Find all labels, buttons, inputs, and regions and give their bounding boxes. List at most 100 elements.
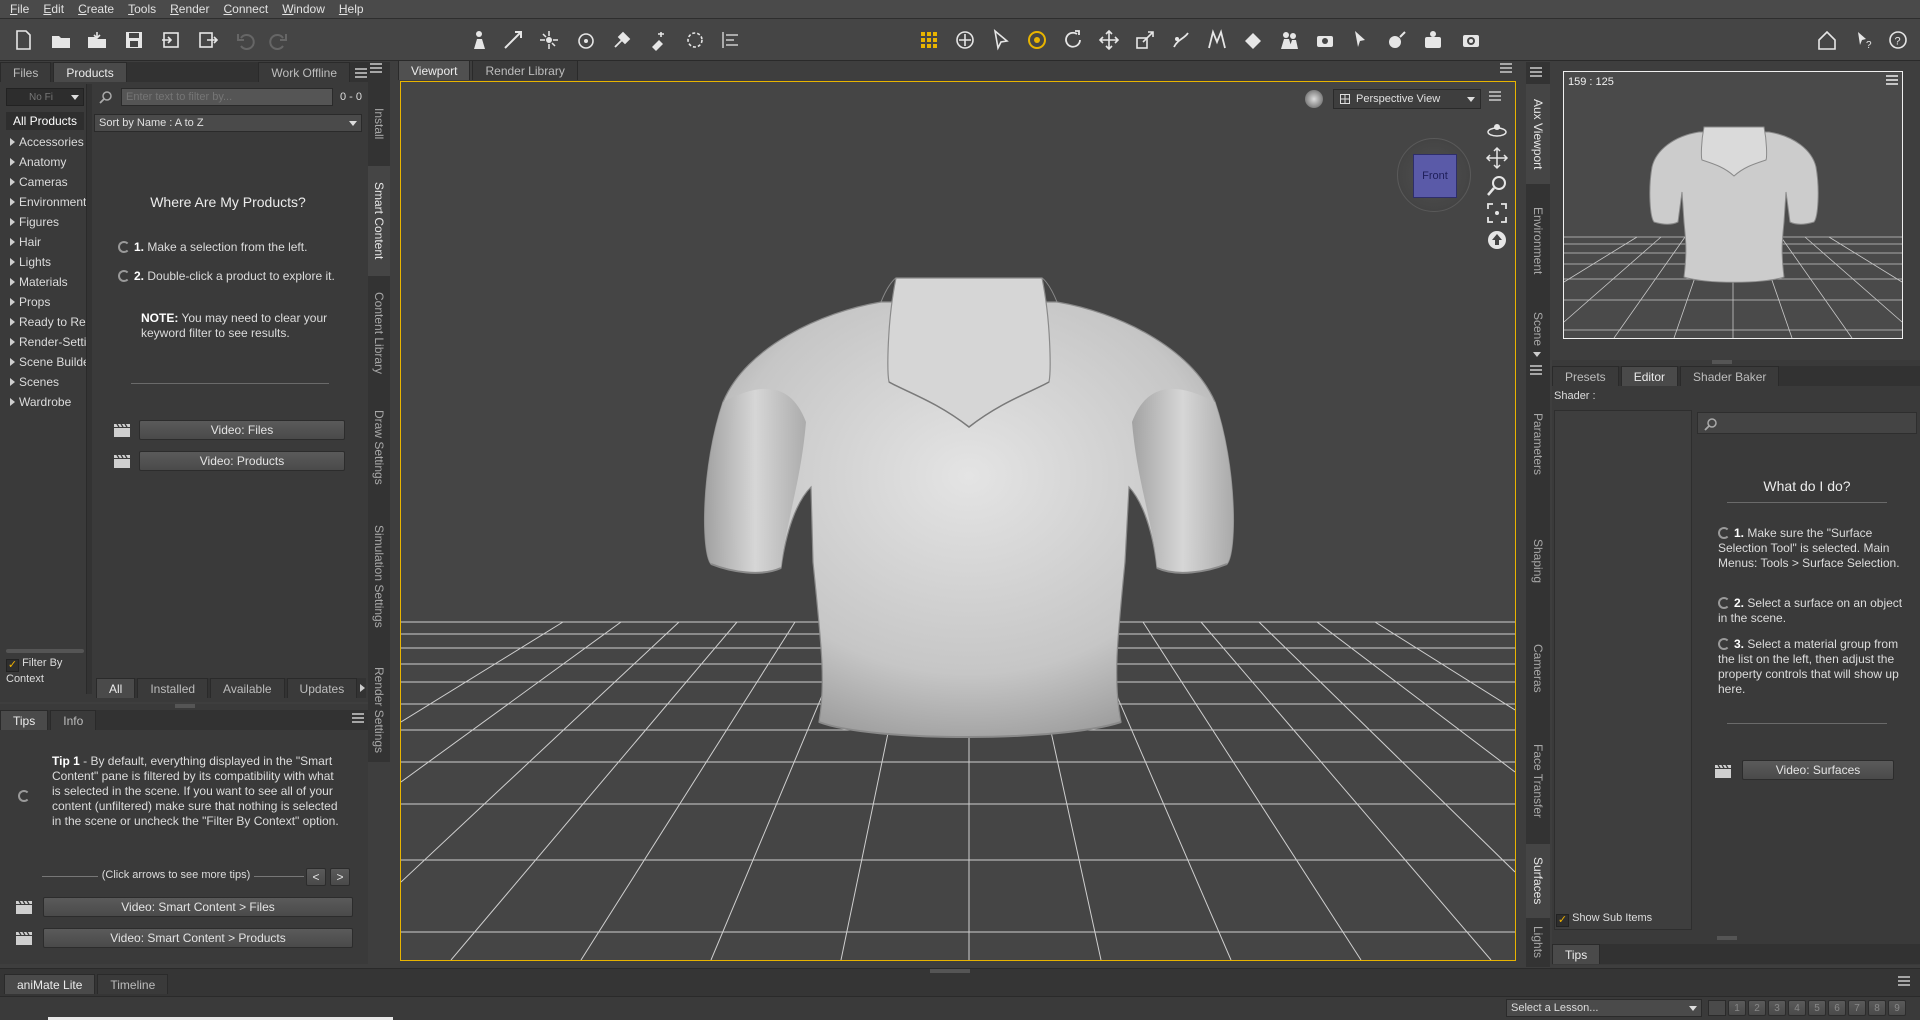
filter-by-context[interactable]: ✓ Filter By Context [6, 656, 84, 690]
lesson-page-button[interactable]: 2 [1748, 1000, 1766, 1016]
video-products-button[interactable]: Video: Products [139, 451, 345, 471]
redo-icon[interactable] [265, 26, 293, 54]
transform-icon[interactable] [499, 26, 527, 54]
render-settings-icon[interactable] [1419, 26, 1447, 54]
light-icon[interactable] [1383, 26, 1411, 54]
pane-menu-icon[interactable] [1530, 364, 1544, 378]
tab-environment[interactable]: Environment [1526, 186, 1550, 296]
category-item[interactable]: Figures [6, 212, 86, 232]
view-dropdown[interactable]: Perspective View [1333, 89, 1481, 109]
orbit-icon[interactable] [1485, 118, 1509, 142]
category-item[interactable]: Materials [6, 272, 86, 292]
category-item[interactable]: Ready to Rend [6, 312, 86, 332]
lesson-grid-icon[interactable] [1708, 1000, 1726, 1016]
new-file-icon[interactable] [9, 26, 37, 54]
lesson-dropdown[interactable]: Select a Lesson... [1506, 999, 1702, 1017]
pane-menu-icon[interactable] [1500, 62, 1514, 76]
tab-timeline[interactable]: Timeline [97, 974, 169, 994]
menu-render[interactable]: Render [163, 2, 216, 16]
pane-menu-icon[interactable] [370, 62, 388, 76]
tab-editor[interactable]: Editor [1620, 366, 1679, 386]
menu-connect[interactable]: Connect [216, 2, 275, 16]
tab-tips[interactable]: Tips [1552, 944, 1601, 964]
search-input[interactable] [121, 88, 333, 106]
active-pose-icon[interactable] [1023, 26, 1051, 54]
lesson-page-button[interactable]: 3 [1768, 1000, 1786, 1016]
viewport-menu-icon[interactable] [1489, 90, 1507, 104]
tab-available[interactable]: Available [210, 678, 285, 698]
splitter-handle[interactable] [930, 969, 970, 973]
open-icon[interactable] [47, 26, 75, 54]
tab-surfaces[interactable]: Surfaces [1526, 844, 1550, 918]
tab-all[interactable]: All [96, 678, 136, 698]
splitter-handle[interactable] [1717, 936, 1737, 940]
translate-icon[interactable] [1095, 26, 1123, 54]
figure-tools-icon[interactable] [463, 26, 491, 54]
save-icon[interactable] [120, 26, 148, 54]
joint-editor-icon[interactable] [535, 26, 563, 54]
tab-smart-content[interactable]: Smart Content [368, 166, 390, 276]
tab-viewport[interactable]: Viewport [398, 60, 471, 80]
aux-viewport[interactable]: 159 : 125 [1563, 71, 1903, 339]
video-smart-content-products-button[interactable]: Video: Smart Content > Products [43, 928, 353, 948]
category-item[interactable]: Anatomy [6, 152, 86, 172]
tab-products[interactable]: Products [53, 62, 127, 82]
draw-style-icon[interactable] [1305, 90, 1323, 108]
tab-face-transfer[interactable]: Face Transfer [1526, 720, 1550, 842]
tab-shader-baker[interactable]: Shader Baker [1680, 366, 1780, 386]
video-files-button[interactable]: Video: Files [139, 420, 345, 440]
work-offline-button[interactable]: Work Offline [258, 62, 350, 82]
lesson-page-button[interactable]: 5 [1808, 1000, 1826, 1016]
figure-setup-icon[interactable] [1275, 26, 1303, 54]
pan-icon[interactable] [1485, 146, 1509, 170]
scroll-slider[interactable] [6, 649, 84, 653]
lesson-page-button[interactable]: 7 [1848, 1000, 1866, 1016]
select-cursor-icon[interactable] [1347, 26, 1375, 54]
menu-help[interactable]: Help [332, 2, 371, 16]
category-item[interactable]: Hair [6, 232, 86, 252]
category-item[interactable]: Cameras [6, 172, 86, 192]
node-selection-icon[interactable] [987, 26, 1015, 54]
prev-tip-button[interactable]: < [306, 868, 326, 886]
home-icon[interactable] [1813, 26, 1841, 54]
category-item[interactable]: Props [6, 292, 86, 312]
tab-presets[interactable]: Presets [1552, 366, 1619, 386]
tab-simulation-settings[interactable]: Simulation Settings [368, 506, 390, 646]
geometry-editor-icon[interactable] [572, 26, 600, 54]
3d-viewport[interactable]: Perspective View Front [400, 81, 1516, 961]
category-item[interactable]: Scene Builder [6, 352, 86, 372]
menu-edit[interactable]: Edit [36, 2, 71, 16]
region-navigator-icon[interactable] [1167, 26, 1195, 54]
spot-render-icon[interactable] [681, 26, 709, 54]
tab-shaping[interactable]: Shaping [1526, 506, 1550, 616]
filter-by-context-checkbox[interactable]: ✓ [6, 659, 19, 672]
surface-selection-icon[interactable] [645, 26, 673, 54]
category-item[interactable]: Scenes [6, 372, 86, 392]
frame-icon[interactable] [1485, 201, 1509, 225]
filter-dropdown[interactable]: No Fi [6, 88, 84, 106]
tab-info[interactable]: Info [50, 710, 97, 730]
view-cube[interactable]: Front [1397, 138, 1471, 212]
pane-menu-icon[interactable] [1530, 66, 1544, 80]
tab-draw-settings[interactable]: Draw Settings [368, 392, 390, 502]
tab-files[interactable]: Files [0, 62, 52, 82]
lesson-page-button[interactable]: 4 [1788, 1000, 1806, 1016]
rotate-icon[interactable] [1059, 26, 1087, 54]
tab-updates[interactable]: Updates [286, 678, 358, 698]
lesson-page-button[interactable]: 9 [1888, 1000, 1906, 1016]
tab-aux-viewport[interactable]: Aux Viewport [1526, 84, 1550, 184]
category-item[interactable]: Accessories [6, 132, 86, 152]
zoom-icon[interactable] [1485, 174, 1509, 198]
chevron-down-icon[interactable] [1533, 352, 1541, 357]
video-surfaces-button[interactable]: Video: Surfaces [1742, 760, 1894, 780]
tab-parameters[interactable]: Parameters [1526, 384, 1550, 504]
video-smart-content-files-button[interactable]: Video: Smart Content > Files [43, 897, 353, 917]
menu-file[interactable]: File [3, 2, 36, 16]
help-icon[interactable]: ? [1884, 26, 1912, 54]
menu-window[interactable]: Window [275, 2, 332, 16]
pose-tool-icon[interactable] [1203, 26, 1231, 54]
category-splitter[interactable] [86, 84, 92, 694]
tab-lights[interactable]: Lights [1526, 920, 1550, 964]
category-item[interactable]: Lights [6, 252, 86, 272]
lesson-page-button[interactable]: 8 [1868, 1000, 1886, 1016]
